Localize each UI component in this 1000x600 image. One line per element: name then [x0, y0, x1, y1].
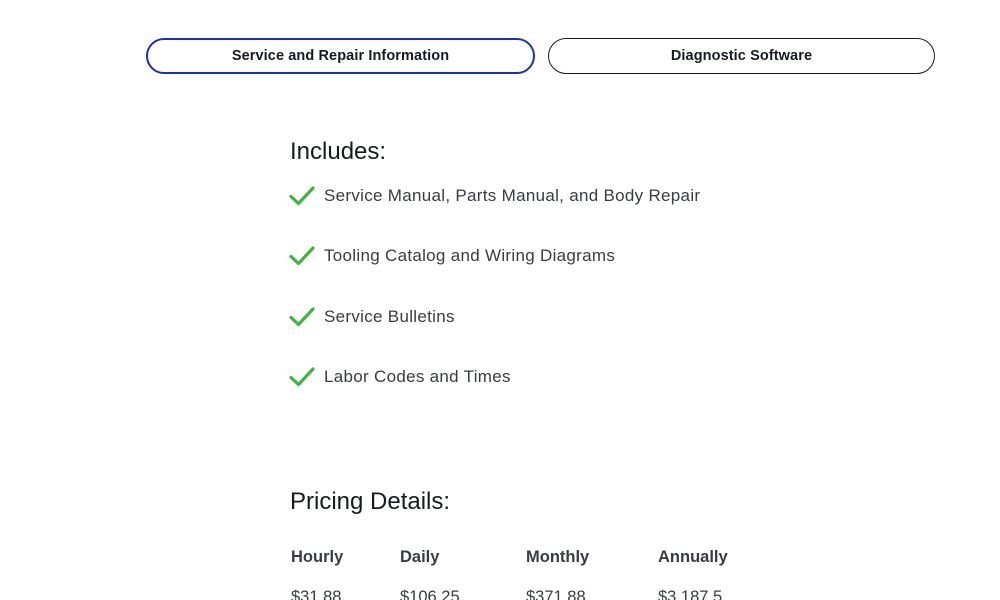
pricing-value: $106.25	[400, 588, 460, 600]
tab-diagnostic-software[interactable]: Diagnostic Software	[548, 38, 935, 74]
pricing-header: Monthly	[526, 548, 590, 566]
tab-label: Service and Repair Information	[231, 48, 450, 64]
include-item: Labor Codes and Times	[289, 365, 511, 389]
include-label: Service Manual, Parts Manual, and Body R…	[324, 186, 701, 205]
pricing-value: $371.88	[526, 588, 586, 600]
check-icon	[289, 186, 315, 206]
includes-heading: Includes:	[290, 138, 387, 165]
pricing-column-monthly: Monthly $371.88	[526, 546, 589, 600]
include-item: Service Bulletins	[289, 305, 455, 329]
include-label: Tooling Catalog and Wiring Diagrams	[324, 246, 616, 265]
check-icon	[289, 367, 315, 387]
pricing-value: $31.88	[291, 588, 342, 600]
check-icon	[289, 307, 315, 327]
pricing-value: $3,187.5	[658, 588, 723, 600]
include-label: Labor Codes and Times	[324, 367, 511, 386]
subscription-page: Service and Repair Information Diagnosti…	[0, 0, 1000, 600]
tab-service-and-repair-information[interactable]: Service and Repair Information	[146, 38, 535, 74]
pricing-header: Daily	[400, 548, 440, 566]
include-label: Service Bulletins	[324, 307, 455, 326]
tab-label: Diagnostic Software	[670, 48, 813, 64]
pricing-column-annually: Annually $3,187.5	[658, 546, 728, 600]
pricing-header: Hourly	[291, 548, 344, 566]
pricing-heading: Pricing Details:	[290, 488, 451, 515]
pricing-column-hourly: Hourly $31.88	[291, 546, 343, 600]
include-item: Service Manual, Parts Manual, and Body R…	[289, 184, 700, 208]
pricing-header: Annually	[658, 548, 728, 566]
check-icon	[289, 246, 315, 266]
pricing-column-daily: Daily $106.25	[400, 546, 460, 600]
include-item: Tooling Catalog and Wiring Diagrams	[289, 244, 615, 268]
